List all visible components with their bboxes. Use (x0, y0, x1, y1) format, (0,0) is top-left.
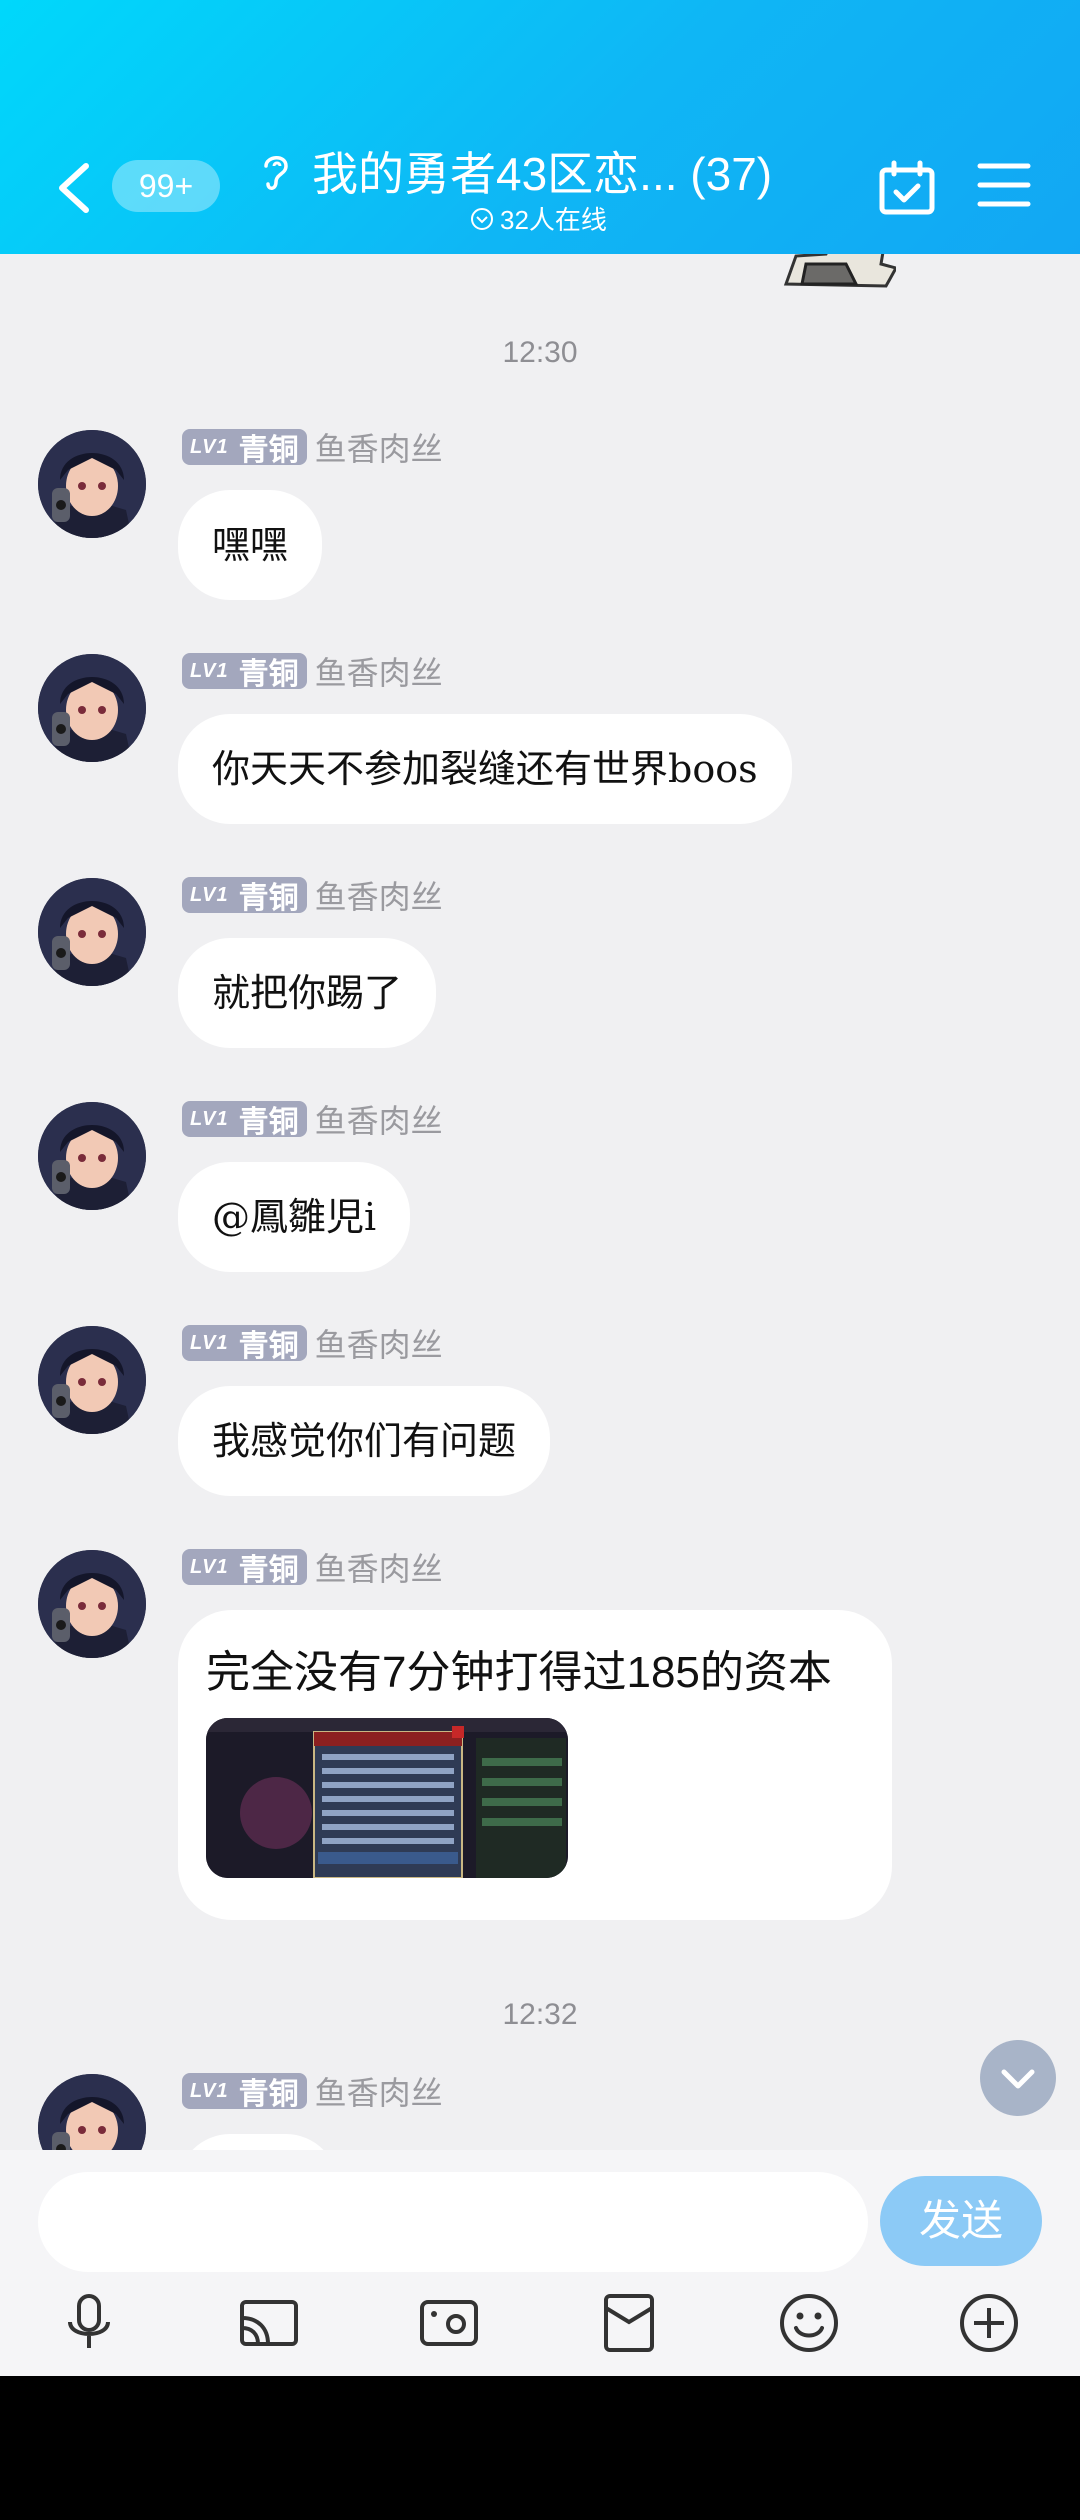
sender-meta: LV1 青铜 鱼香肉丝 (182, 1544, 443, 1590)
level-tag: LV1 青铜 (182, 2073, 307, 2111)
avatar-image (38, 1102, 146, 1210)
level-tag: LV1 青铜 (182, 1101, 307, 1139)
level-label: LV1 (190, 1331, 229, 1354)
sender-name[interactable]: 鱼香肉丝 (315, 2068, 443, 2114)
unread-badge[interactable]: 99+ (112, 160, 220, 212)
sender-meta: LV1 青铜 鱼香肉丝 (182, 1320, 443, 1366)
level-label: LV1 (190, 435, 229, 458)
message-bubble[interactable]: 我感觉你们有问题 (178, 1386, 551, 1496)
avatar[interactable] (38, 430, 146, 538)
sender-name[interactable]: 鱼香肉丝 (315, 1320, 443, 1366)
level-tag: LV1 青铜 (182, 429, 307, 467)
back-icon[interactable] (54, 160, 94, 216)
level-label: LV1 (190, 2079, 229, 2102)
sender-meta: LV1 青铜 鱼香肉丝 (182, 872, 443, 918)
level-label: LV1 (190, 1107, 229, 1130)
microphone-icon[interactable] (56, 2290, 122, 2356)
avatar-image (38, 878, 146, 986)
online-count-label: 32人在线 (500, 205, 607, 235)
sender-meta: LV1 青铜 鱼香肉丝 (182, 1096, 443, 1142)
rank-label: 青铜 (238, 1106, 299, 1139)
input-bar: 发送 (0, 2150, 1080, 2376)
send-button[interactable]: 发送 (880, 2176, 1042, 2266)
avatar-image (38, 654, 146, 762)
calendar-check-icon[interactable] (878, 160, 936, 216)
message-bubble[interactable]: 你天天不参加裂缝还有世界boos (178, 714, 792, 824)
plus-icon[interactable] (956, 2290, 1022, 2356)
level-label: LV1 (190, 883, 229, 906)
rank-label: 青铜 (238, 882, 299, 915)
red-packet-icon[interactable] (596, 2290, 662, 2356)
message-bubble[interactable]: @鳳雛児i (178, 1162, 411, 1272)
level-label: LV1 (190, 659, 229, 682)
avatar[interactable] (38, 878, 146, 986)
timestamp: 12:30 (502, 336, 578, 369)
level-tag: LV1 青铜 (182, 653, 307, 691)
sender-meta: LV1 青铜 鱼香肉丝 (182, 648, 443, 694)
avatar-image (38, 1550, 146, 1658)
rank-label: 青铜 (238, 658, 299, 691)
rank-label: 青铜 (238, 434, 299, 467)
sender-meta: LV1 青铜 鱼香肉丝 (182, 2068, 443, 2114)
avatar[interactable] (38, 654, 146, 762)
sender-name[interactable]: 鱼香肉丝 (315, 1544, 443, 1590)
sender-name[interactable]: 鱼香肉丝 (315, 872, 443, 918)
menu-icon[interactable] (976, 160, 1032, 210)
screen-share-icon[interactable] (236, 2290, 302, 2356)
game-screenshot-image (206, 1718, 568, 1878)
chat-screen: 99+ 我的勇者43区恋... (37) 32人在线 12:30 LV1 青铜 … (0, 0, 1080, 2376)
chevron-circle-icon (471, 207, 493, 230)
sender-name[interactable]: 鱼香肉丝 (315, 424, 443, 470)
level-tag: LV1 青铜 (182, 1325, 307, 1363)
avatar[interactable] (38, 1102, 146, 1210)
sender-meta: LV1 青铜 鱼香肉丝 (182, 424, 443, 470)
sender-name[interactable]: 鱼香肉丝 (315, 648, 443, 694)
avatar-image (38, 1326, 146, 1434)
ear-icon[interactable] (258, 150, 294, 194)
chevron-down-icon (1001, 2069, 1035, 2089)
photo-icon[interactable] (416, 2290, 482, 2356)
avatar[interactable] (38, 1326, 146, 1434)
rank-label: 青铜 (238, 2078, 299, 2111)
chat-header: 99+ 我的勇者43区恋... (37) 32人在线 (0, 0, 1080, 254)
timestamp: 12:32 (502, 1998, 578, 2031)
group-title[interactable]: 我的勇者43区恋... (37) (312, 138, 772, 204)
level-tag: LV1 青铜 (182, 1549, 307, 1587)
scroll-to-bottom-button[interactable] (980, 2040, 1056, 2116)
message-text: 完全没有7分钟打得过185的资本 (206, 1648, 832, 1697)
emoji-icon[interactable] (776, 2290, 842, 2356)
screenshot-thumbnail[interactable] (206, 1718, 568, 1878)
message-bubble[interactable]: 嘿嘿 (178, 490, 323, 600)
message-bubble[interactable]: 完全没有7分钟打得过185的资本 (178, 1610, 892, 1920)
avatar-image (38, 430, 146, 538)
level-label: LV1 (190, 1555, 229, 1578)
sender-name[interactable]: 鱼香肉丝 (315, 1096, 443, 1142)
message-input[interactable] (38, 2172, 868, 2272)
avatar[interactable] (38, 1550, 146, 1658)
level-tag: LV1 青铜 (182, 877, 307, 915)
online-status: 32人在线 (470, 200, 607, 237)
rank-label: 青铜 (238, 1554, 299, 1587)
rank-label: 青铜 (238, 1330, 299, 1363)
message-bubble[interactable]: 就把你踢了 (178, 938, 437, 1048)
